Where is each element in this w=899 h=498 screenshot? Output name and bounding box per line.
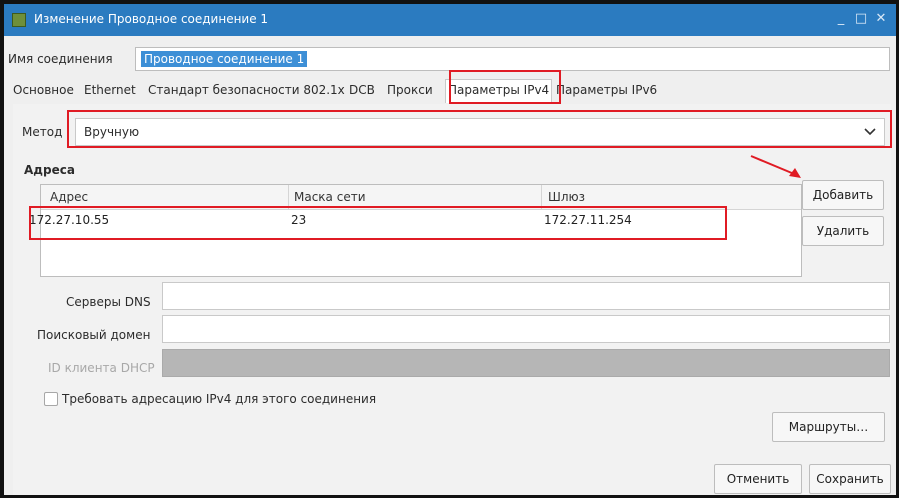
column-separator (541, 185, 542, 209)
column-header-netmask[interactable]: Маска сети (294, 190, 366, 204)
addresses-section-title: Адреса (24, 163, 75, 177)
tab-ethernet[interactable]: Ethernet (84, 83, 136, 97)
connection-name-input[interactable]: Проводное соединение 1 (135, 47, 890, 71)
save-button[interactable]: Сохранить (809, 464, 891, 494)
tab-general[interactable]: Основное (13, 83, 74, 97)
dialog-window: Изменение Проводное соединение 1 _ □ ✕ И… (4, 4, 896, 495)
tab-ipv4-settings[interactable]: Параметры IPv4 (445, 79, 553, 103)
maximize-button[interactable]: □ (852, 10, 870, 28)
tab-bar: Основное Ethernet Стандарт безопасности … (13, 78, 891, 105)
connection-name-label: Имя соединения (8, 52, 113, 66)
dhcp-client-id-label: ID клиента DHCP (48, 361, 155, 375)
tab-proxy[interactable]: Прокси (387, 83, 433, 97)
close-button[interactable]: ✕ (872, 10, 890, 28)
title-bar[interactable]: Изменение Проводное соединение 1 _ □ ✕ (4, 4, 896, 36)
add-address-button[interactable]: Добавить (802, 180, 884, 210)
minimize-button[interactable]: _ (832, 10, 850, 28)
cancel-button[interactable]: Отменить (714, 464, 802, 494)
gateway-cell[interactable]: 172.27.11.254 (544, 213, 632, 227)
addresses-table-header: Адрес Маска сети Шлюз (41, 185, 801, 210)
column-header-gateway[interactable]: Шлюз (548, 190, 585, 204)
network-icon (12, 13, 26, 27)
address-cell[interactable]: 172.27.10.55 (29, 213, 109, 227)
netmask-cell[interactable]: 23 (291, 213, 306, 227)
dns-servers-label: Серверы DNS (66, 295, 151, 309)
method-select[interactable]: Вручную (75, 118, 885, 146)
connection-name-value: Проводное соединение 1 (141, 51, 308, 67)
method-value: Вручную (84, 125, 140, 139)
delete-address-button[interactable]: Удалить (802, 216, 884, 246)
column-header-address[interactable]: Адрес (50, 190, 88, 204)
dns-servers-input[interactable] (162, 282, 890, 310)
require-ipv4-checkbox[interactable] (44, 392, 58, 406)
tab-802-1x-security[interactable]: Стандарт безопасности 802.1x (148, 83, 345, 97)
require-ipv4-label: Требовать адресацию IPv4 для этого соеди… (62, 392, 377, 406)
routes-button[interactable]: Маршруты… (772, 412, 885, 442)
chevron-down-icon (864, 128, 876, 136)
search-domain-label: Поисковый домен (37, 328, 151, 342)
method-label: Метод (22, 125, 63, 139)
dhcp-client-id-input (162, 349, 890, 377)
search-domain-input[interactable] (162, 315, 890, 343)
window-title: Изменение Проводное соединение 1 (34, 12, 269, 26)
addresses-table: Адрес Маска сети Шлюз 172.27.10.55 23 17… (29, 184, 802, 277)
tab-dcb[interactable]: DCB (349, 83, 375, 97)
tab-ipv6-settings[interactable]: Параметры IPv6 (556, 83, 657, 97)
column-separator (288, 185, 289, 209)
